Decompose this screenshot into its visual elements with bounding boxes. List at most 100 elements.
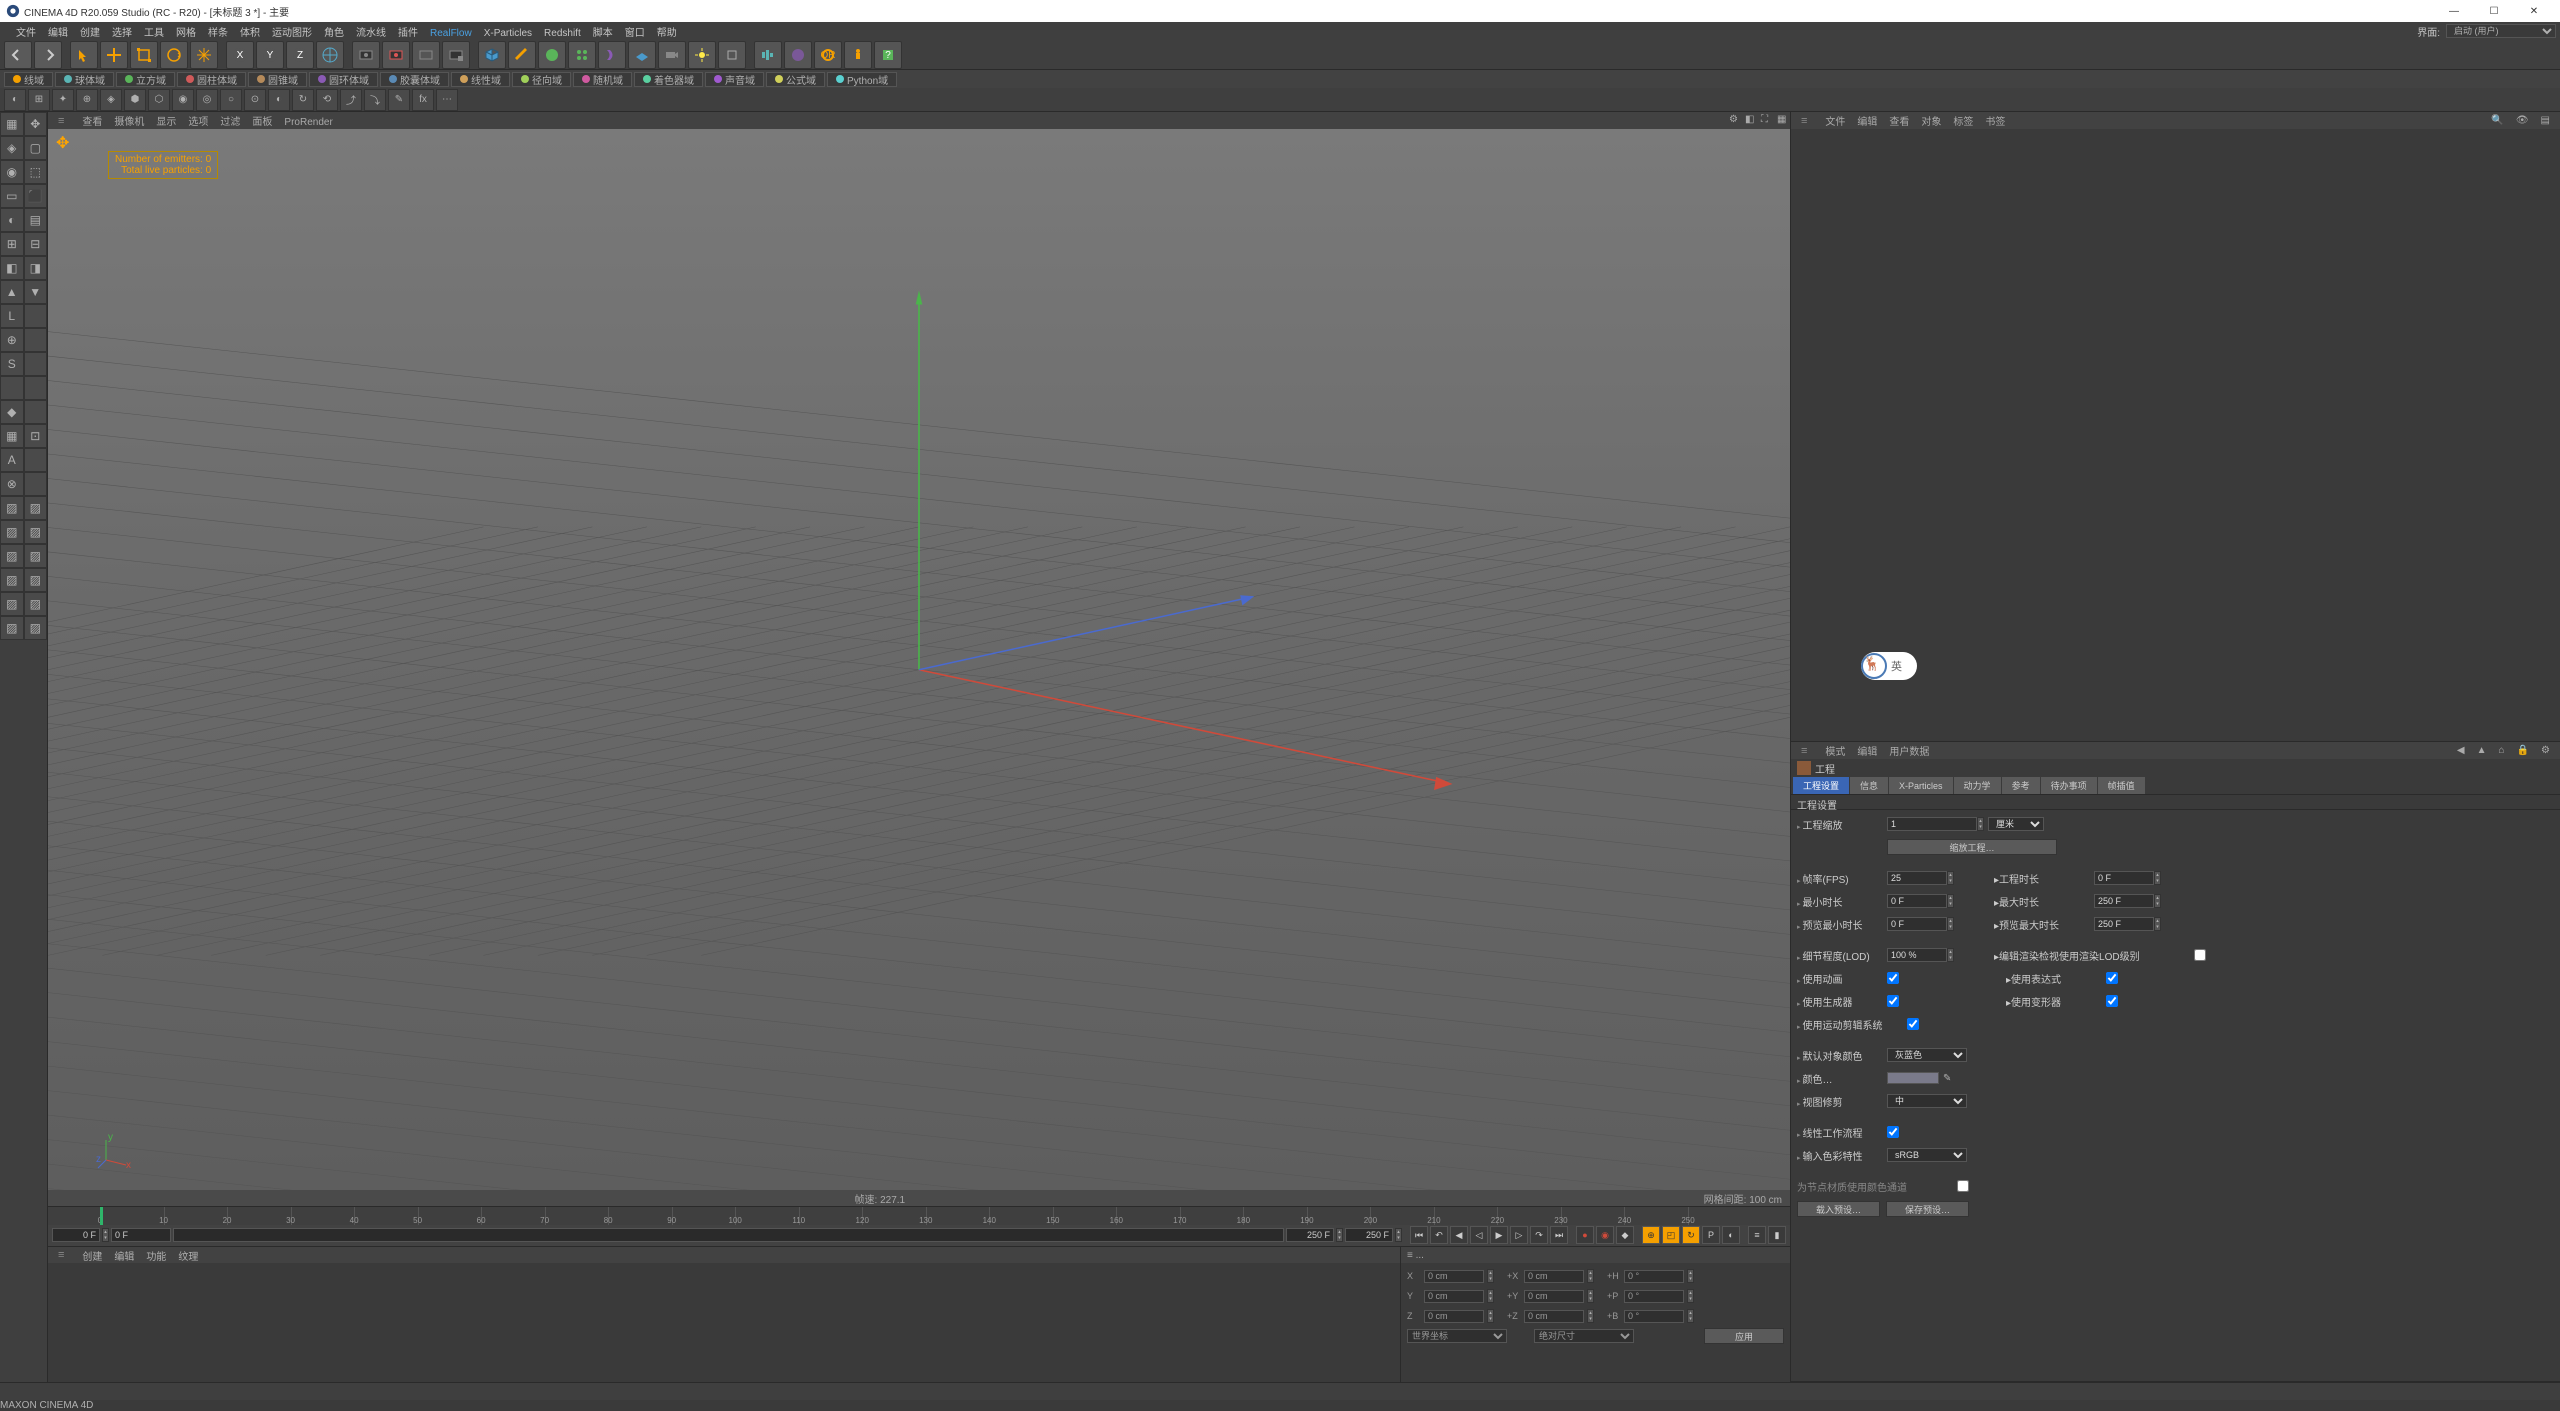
render-view-button[interactable] — [352, 41, 380, 69]
vpmenu-面板[interactable]: 面板 — [246, 117, 278, 128]
menu-编辑[interactable]: 编辑 — [42, 28, 74, 39]
gen-check[interactable] — [1887, 995, 1899, 1007]
timeline-marker-button[interactable]: ▮ — [1768, 1226, 1786, 1244]
goto-nextkey-button[interactable]: ↷ — [1530, 1226, 1548, 1244]
menu-运动图形[interactable]: 运动图形 — [266, 28, 318, 39]
menu-工具[interactable]: 工具 — [138, 28, 170, 39]
motion-check[interactable] — [1907, 1018, 1919, 1030]
objects-manager-body[interactable] — [1791, 129, 2560, 741]
field-9[interactable]: 随机域 — [573, 72, 632, 87]
lefttool-11-1[interactable] — [24, 376, 48, 400]
field-13[interactable]: Python域 — [827, 72, 897, 87]
lefttool-7-0[interactable]: ▲ — [0, 280, 24, 304]
maxlen-input[interactable] — [2094, 894, 2154, 908]
tool2-5[interactable]: ⬢ — [124, 89, 146, 111]
field-1[interactable]: 球体域 — [55, 72, 114, 87]
matmenu-创建[interactable]: 创建 — [76, 1252, 108, 1263]
vpmenu-摄像机[interactable]: 摄像机 — [108, 117, 150, 128]
attrmenu-用户数据[interactable]: 用户数据 — [1883, 747, 1935, 758]
material-manager-body[interactable] — [48, 1263, 1400, 1382]
timeline-scrubber[interactable] — [173, 1228, 1284, 1242]
tool2-11[interactable]: ◐ — [268, 89, 290, 111]
cube-primitive-button[interactable] — [478, 41, 506, 69]
lefttool-13-1[interactable]: ⊡ — [24, 424, 48, 448]
objmenu-书签[interactable]: 书签 — [1979, 117, 2011, 128]
objects-search-icon[interactable]: 🔍 — [2485, 115, 2509, 126]
bend-deformer-button[interactable] — [598, 41, 626, 69]
character-button[interactable] — [844, 41, 872, 69]
lefttool-16-0[interactable]: ▨ — [0, 496, 24, 520]
tool2-1[interactable]: ⊞ — [28, 89, 50, 111]
menu-体积[interactable]: 体积 — [234, 28, 266, 39]
timeline-end2-field[interactable] — [1345, 1228, 1393, 1242]
objects-eye-icon[interactable]: 👁 — [2510, 115, 2535, 126]
matmenu-纹理[interactable]: 纹理 — [172, 1252, 204, 1263]
attr-home-icon[interactable]: ⌂ — [2493, 745, 2511, 756]
menu-角色[interactable]: 角色 — [318, 28, 350, 39]
window-minimize-button[interactable]: — — [2434, 1, 2474, 21]
lefttool-10-0[interactable]: S — [0, 352, 24, 376]
lefttool-9-1[interactable] — [24, 328, 48, 352]
lefttool-15-0[interactable]: ⊗ — [0, 472, 24, 496]
lefttool-3-1[interactable]: ⬛ — [24, 184, 48, 208]
lefttool-12-1[interactable] — [24, 400, 48, 424]
field-10[interactable]: 着色器域 — [634, 72, 703, 87]
autokey-button[interactable]: ◉ — [1596, 1226, 1614, 1244]
field-7[interactable]: 线性域 — [451, 72, 510, 87]
tool2-12[interactable]: ↻ — [292, 89, 314, 111]
viewclip-select[interactable]: 中 — [1887, 1094, 1967, 1108]
lefttool-6-1[interactable]: ◨ — [24, 256, 48, 280]
timeline-options-button[interactable]: ≡ — [1748, 1226, 1766, 1244]
subdivision-button[interactable] — [538, 41, 566, 69]
lefttool-2-0[interactable]: ◉ — [0, 160, 24, 184]
attr-lock-icon[interactable]: 🔒 — [2511, 745, 2535, 756]
matmenu-编辑[interactable]: 编辑 — [108, 1252, 140, 1263]
help-button[interactable]: ? — [874, 41, 902, 69]
attrmenu-模式[interactable]: 模式 — [1819, 747, 1851, 758]
viewport-move-icon[interactable]: ✥ — [56, 133, 69, 153]
duration-spinner[interactable]: ▴▾ — [2154, 871, 2161, 885]
axis-x-button[interactable]: X — [226, 41, 254, 69]
tool2-17[interactable]: fx — [412, 89, 434, 111]
viewport-config-icon[interactable]: ⚙ — [1723, 114, 1737, 128]
render-region-button[interactable] — [382, 41, 410, 69]
lefttool-17-1[interactable]: ▨ — [24, 520, 48, 544]
tool2-0[interactable]: ◐ — [4, 89, 26, 111]
fps-input[interactable] — [1887, 871, 1947, 885]
tool2-15[interactable]: ⤵ — [364, 89, 386, 111]
lefttool-0-1[interactable]: ✥ — [24, 112, 48, 136]
mograph-cloner-button[interactable] — [754, 41, 782, 69]
null-object-button[interactable] — [718, 41, 746, 69]
key-pla-button[interactable]: ◐ — [1722, 1226, 1740, 1244]
lefttool-5-0[interactable]: ⊞ — [0, 232, 24, 256]
window-maximize-button[interactable]: ☐ — [2474, 1, 2514, 21]
scale-project-button[interactable]: 缩放工程… — [1887, 839, 2057, 855]
attrtab-3[interactable]: 动力学 — [1954, 777, 2001, 794]
field-2[interactable]: 立方域 — [116, 72, 175, 87]
menu-网格[interactable]: 网格 — [170, 28, 202, 39]
menu-创建[interactable]: 创建 — [74, 28, 106, 39]
lefttool-5-1[interactable]: ⊟ — [24, 232, 48, 256]
vpmenu-选项[interactable]: 选项 — [182, 117, 214, 128]
tool2-14[interactable]: ⤴ — [340, 89, 362, 111]
field-8[interactable]: 径向域 — [512, 72, 571, 87]
ime-indicator[interactable]: 🦌 英 — [1861, 652, 1917, 680]
scale-tool-button[interactable] — [130, 41, 158, 69]
lefttool-2-1[interactable]: ⬚ — [24, 160, 48, 184]
menu-样条[interactable]: 样条 — [202, 28, 234, 39]
timeline-start-spinner[interactable]: ▴▾ — [102, 1228, 109, 1242]
field-3[interactable]: 圆柱体域 — [177, 72, 246, 87]
expr-check[interactable] — [2106, 972, 2118, 984]
lefttool-9-0[interactable]: ⊕ — [0, 328, 24, 352]
viewport-layout-icon[interactable]: ▦ — [1771, 114, 1785, 128]
keyframe-sel-button[interactable]: ◆ — [1616, 1226, 1634, 1244]
lefttool-20-0[interactable]: ▨ — [0, 592, 24, 616]
lefttool-12-0[interactable]: ◆ — [0, 400, 24, 424]
field-6[interactable]: 胶囊体域 — [380, 72, 449, 87]
objmenu-对象[interactable]: 对象 — [1915, 117, 1947, 128]
field-12[interactable]: 公式域 — [766, 72, 825, 87]
project-scale-spinner[interactable]: ▴▾ — [1977, 817, 1984, 831]
lod-input[interactable] — [1887, 948, 1947, 962]
prevmin-input[interactable] — [1887, 917, 1947, 931]
attrtab-1[interactable]: 信息 — [1850, 777, 1888, 794]
